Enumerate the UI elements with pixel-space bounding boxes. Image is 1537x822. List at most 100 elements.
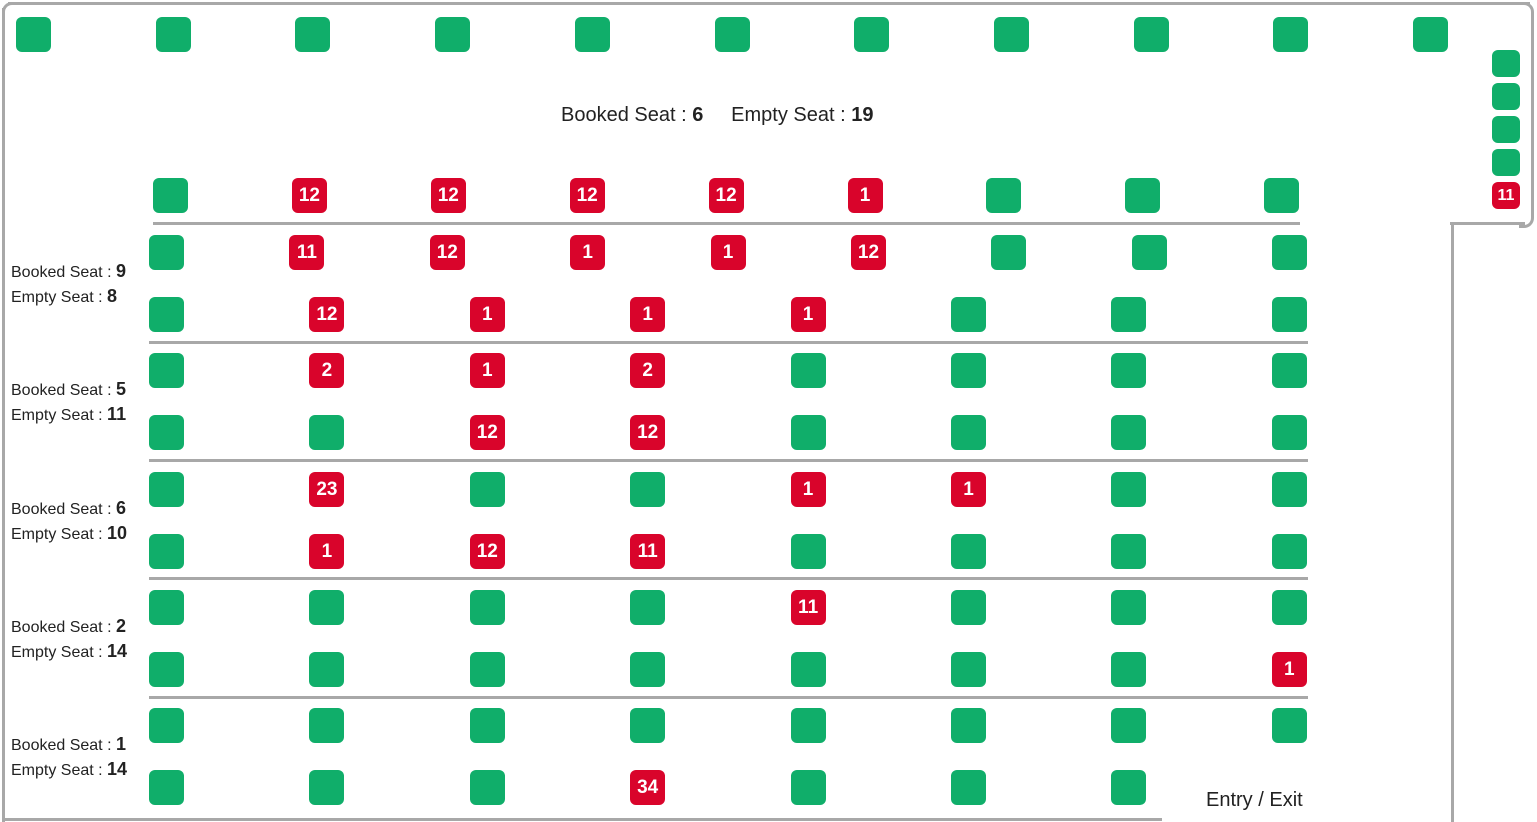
empty-seat[interactable] [1271, 297, 1307, 332]
empty-seat[interactable] [149, 235, 184, 270]
empty-seat[interactable] [309, 770, 345, 805]
empty-seat[interactable] [1125, 178, 1161, 213]
empty-seat[interactable] [149, 415, 184, 450]
empty-seat[interactable] [1273, 17, 1309, 52]
booked-seat[interactable]: 12 [708, 178, 744, 213]
empty-seat[interactable] [991, 235, 1027, 270]
empty-seat[interactable] [630, 708, 666, 743]
booked-seat[interactable]: 12 [430, 178, 466, 213]
empty-seat[interactable] [149, 297, 184, 332]
empty-seat[interactable] [1272, 235, 1308, 270]
empty-seat[interactable] [951, 353, 986, 388]
booked-seat[interactable]: 1 [469, 353, 505, 388]
booked-seat[interactable]: 12 [851, 235, 886, 270]
empty-seat[interactable] [1131, 235, 1167, 270]
empty-seat[interactable] [469, 652, 505, 687]
empty-seat[interactable] [790, 770, 826, 805]
empty-seat[interactable] [854, 17, 890, 52]
booked-seat[interactable]: 2 [630, 353, 666, 388]
empty-seat[interactable] [149, 652, 184, 687]
empty-seat[interactable] [149, 770, 184, 805]
empty-seat[interactable] [469, 590, 505, 625]
empty-seat[interactable] [155, 17, 191, 52]
empty-seat[interactable] [951, 415, 986, 450]
empty-seat[interactable] [153, 178, 188, 213]
empty-seat[interactable] [1271, 472, 1307, 507]
empty-seat[interactable] [951, 297, 986, 332]
empty-seat[interactable] [790, 708, 826, 743]
empty-seat[interactable] [1133, 17, 1169, 52]
empty-seat[interactable] [986, 178, 1022, 213]
empty-seat[interactable] [469, 770, 505, 805]
empty-seat[interactable] [149, 472, 184, 507]
empty-seat[interactable] [951, 770, 986, 805]
booked-seat[interactable]: 1 [1271, 652, 1307, 687]
booked-seat[interactable]: 1 [790, 472, 826, 507]
booked-seat[interactable]: 1 [570, 235, 606, 270]
booked-seat[interactable]: 11 [1492, 182, 1520, 209]
empty-seat[interactable] [149, 590, 184, 625]
booked-seat[interactable]: 12 [429, 235, 465, 270]
empty-seat[interactable] [574, 17, 610, 52]
empty-seat[interactable] [149, 353, 184, 388]
empty-seat[interactable] [951, 652, 986, 687]
empty-seat[interactable] [309, 590, 345, 625]
empty-seat[interactable] [1271, 708, 1307, 743]
empty-seat[interactable] [790, 534, 826, 569]
empty-seat[interactable] [1111, 472, 1147, 507]
booked-seat[interactable]: 12 [309, 297, 345, 332]
booked-seat[interactable]: 12 [630, 415, 666, 450]
empty-seat[interactable] [149, 534, 184, 569]
empty-seat[interactable] [1111, 770, 1147, 805]
empty-seat[interactable] [1111, 590, 1147, 625]
booked-seat[interactable]: 1 [951, 472, 986, 507]
booked-seat[interactable]: 1 [847, 178, 883, 213]
empty-seat[interactable] [1492, 149, 1520, 176]
empty-seat[interactable] [1111, 708, 1147, 743]
empty-seat[interactable] [1111, 297, 1147, 332]
empty-seat[interactable] [1111, 652, 1147, 687]
empty-seat[interactable] [1271, 590, 1307, 625]
booked-seat[interactable]: 2 [309, 353, 345, 388]
empty-seat[interactable] [1264, 178, 1300, 213]
empty-seat[interactable] [790, 415, 826, 450]
empty-seat[interactable] [630, 590, 666, 625]
empty-seat[interactable] [951, 590, 986, 625]
booked-seat[interactable]: 12 [569, 178, 605, 213]
empty-seat[interactable] [149, 708, 184, 743]
empty-seat[interactable] [295, 17, 331, 52]
empty-seat[interactable] [1271, 534, 1307, 569]
empty-seat[interactable] [16, 17, 51, 52]
empty-seat[interactable] [309, 652, 345, 687]
empty-seat[interactable] [1413, 17, 1448, 52]
empty-seat[interactable] [435, 17, 471, 52]
empty-seat[interactable] [951, 708, 986, 743]
empty-seat[interactable] [1492, 116, 1520, 143]
empty-seat[interactable] [309, 415, 345, 450]
booked-seat[interactable]: 11 [790, 590, 826, 625]
booked-seat[interactable]: 1 [790, 297, 826, 332]
empty-seat[interactable] [309, 708, 345, 743]
empty-seat[interactable] [1492, 50, 1520, 77]
empty-seat[interactable] [714, 17, 750, 52]
empty-seat[interactable] [1111, 534, 1147, 569]
booked-seat[interactable]: 11 [289, 235, 325, 270]
booked-seat[interactable]: 34 [630, 770, 666, 805]
empty-seat[interactable] [790, 353, 826, 388]
booked-seat[interactable]: 12 [469, 415, 505, 450]
empty-seat[interactable] [1492, 83, 1520, 110]
empty-seat[interactable] [1271, 353, 1307, 388]
empty-seat[interactable] [630, 472, 666, 507]
booked-seat[interactable]: 12 [469, 534, 505, 569]
booked-seat[interactable]: 12 [291, 178, 327, 213]
empty-seat[interactable] [993, 17, 1029, 52]
booked-seat[interactable]: 1 [710, 235, 746, 270]
empty-seat[interactable] [469, 472, 505, 507]
booked-seat[interactable]: 1 [630, 297, 666, 332]
empty-seat[interactable] [1271, 415, 1307, 450]
booked-seat[interactable]: 23 [309, 472, 345, 507]
empty-seat[interactable] [951, 534, 986, 569]
empty-seat[interactable] [630, 652, 666, 687]
booked-seat[interactable]: 11 [630, 534, 666, 569]
empty-seat[interactable] [1111, 415, 1147, 450]
